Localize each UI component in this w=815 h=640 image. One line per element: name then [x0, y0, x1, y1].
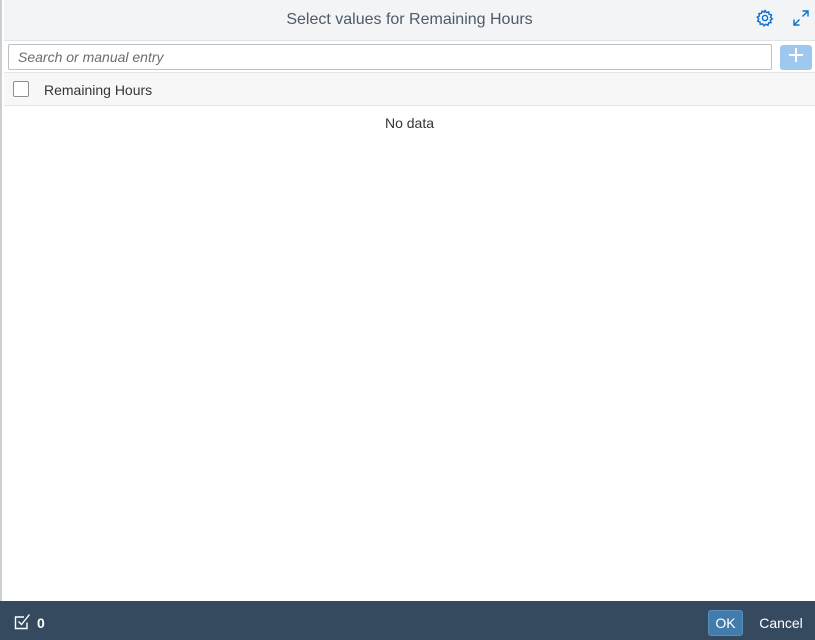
plus-icon: [788, 47, 804, 68]
checklist-icon: [14, 613, 31, 633]
cancel-button[interactable]: Cancel: [752, 610, 810, 636]
search-bar: [4, 41, 815, 73]
add-entry-button[interactable]: [780, 45, 812, 70]
select-all-checkbox[interactable]: [13, 81, 29, 97]
selected-count-value: 0: [37, 615, 45, 631]
table-column-header: Remaining Hours: [4, 73, 815, 106]
dialog-header: Select values for Remaining Hours: [4, 0, 815, 41]
selected-count-toggle[interactable]: 0: [14, 613, 45, 633]
value-help-dialog: Select values for Remaining Hours Search…: [0, 0, 815, 640]
expand-button[interactable]: [791, 9, 811, 32]
gear-icon: [756, 8, 774, 32]
dialog-footer: 0 OK Cancel: [0, 601, 815, 640]
settings-button[interactable]: [755, 8, 775, 32]
ok-button[interactable]: OK: [708, 610, 743, 636]
search-input[interactable]: [8, 44, 772, 70]
column-header-label: Remaining Hours: [44, 82, 153, 98]
empty-table-text: No data: [384, 115, 435, 131]
expand-icon: [792, 9, 810, 32]
dialog-title: Select values for Remaining Hours: [286, 11, 533, 28]
